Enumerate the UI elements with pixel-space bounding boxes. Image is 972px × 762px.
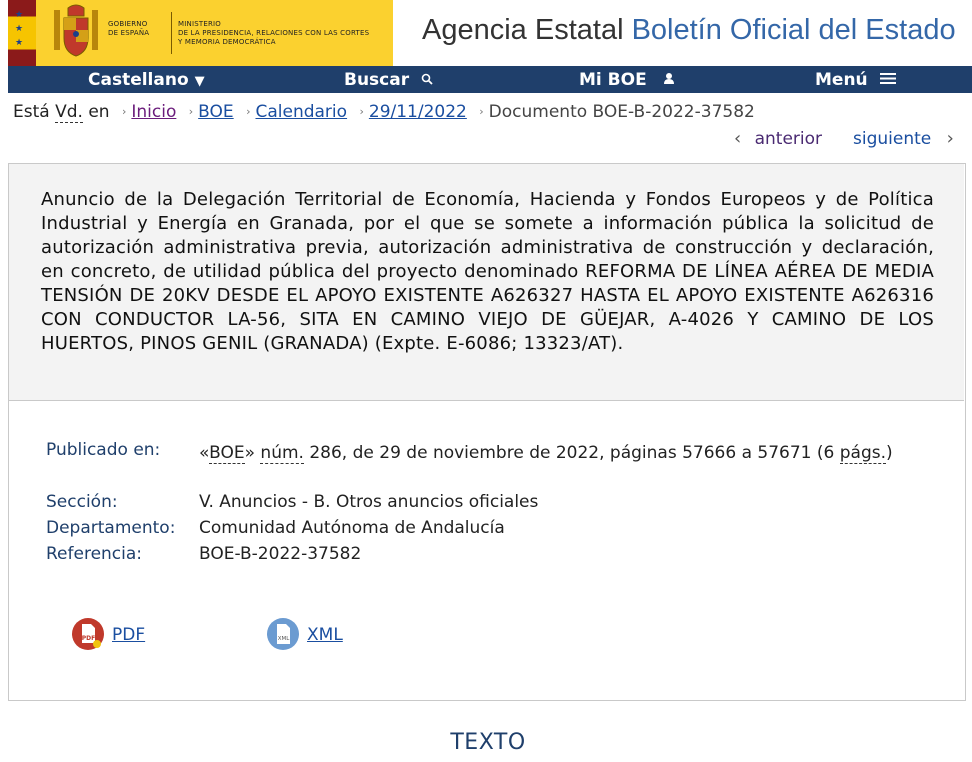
xml-link[interactable]: XML bbox=[307, 625, 343, 645]
chevron-right-icon: › bbox=[946, 128, 954, 149]
pager-previous[interactable]: ‹ anterior bbox=[734, 128, 822, 149]
previous-link[interactable]: anterior bbox=[755, 129, 822, 149]
gov-line: GOBIERNO bbox=[108, 20, 148, 28]
chevron-right-icon: › bbox=[479, 105, 484, 118]
boe-abbr: BOE bbox=[209, 443, 245, 464]
meta-label: Referencia: bbox=[46, 544, 143, 564]
breadcrumb-link-boe[interactable]: BOE bbox=[198, 102, 234, 122]
breadcrumb-link-date[interactable]: 29/11/2022 bbox=[369, 102, 467, 122]
num-abbr: núm. bbox=[260, 443, 304, 464]
search-nav-item[interactable]: Buscar bbox=[344, 70, 433, 90]
pager-next[interactable]: siguiente › bbox=[853, 128, 954, 149]
star-icon: ★ bbox=[15, 24, 24, 34]
next-link[interactable]: siguiente bbox=[853, 129, 931, 149]
chevron-left-icon: ‹ bbox=[734, 128, 742, 149]
breadcrumb: Está Vd. en › Inicio › BOE › Calendario › 29… bbox=[13, 102, 755, 123]
quote-mark: « bbox=[199, 443, 210, 463]
caret-down-icon: ▼ bbox=[194, 74, 205, 89]
nav-label: Menú bbox=[815, 70, 868, 90]
meta-value-department: Comunidad Autónoma de Andalucía bbox=[199, 518, 505, 538]
document-card: Anuncio de la Delegación Territorial de … bbox=[8, 163, 966, 701]
divider bbox=[171, 12, 172, 54]
meta-value-reference: BOE-B-2022-37582 bbox=[199, 544, 362, 564]
meta-value-published: «BOE» núm. 286, de 29 de noviembre de 20… bbox=[199, 440, 899, 466]
meta-label: Departamento: bbox=[46, 518, 176, 538]
breadcrumb-link-inicio[interactable]: Inicio bbox=[131, 102, 176, 122]
ministry-line: Y MEMORIA DEMOCRÁTICA bbox=[178, 38, 276, 46]
chevron-right-icon: › bbox=[121, 105, 127, 118]
pags-abbr: págs. bbox=[839, 443, 886, 464]
site-title-part: Agencia Estatal bbox=[422, 14, 624, 46]
breadcrumb-prefix: Está bbox=[13, 102, 50, 122]
coat-of-arms-icon bbox=[54, 4, 98, 57]
star-icon: ★ bbox=[15, 38, 24, 48]
ministry-line: DE LA PRESIDENCIA, RELACIONES CON LAS CO… bbox=[178, 29, 370, 37]
pdf-icon-label: PDF bbox=[82, 635, 95, 642]
section-heading-texto: TEXTO bbox=[450, 730, 526, 755]
site-title-part: Boletín Oficial del Estado bbox=[631, 14, 956, 46]
breadcrumb-suffix: en bbox=[88, 102, 110, 122]
document-title: Anuncio de la Delegación Territorial de … bbox=[41, 189, 934, 354]
ministry-label: MINISTERIO DE LA PRESIDENCIA, RELACIONES… bbox=[178, 20, 393, 47]
chevron-right-icon: › bbox=[359, 105, 364, 118]
meta-row-department: Departamento: Comunidad Autónoma de Anda… bbox=[46, 518, 906, 544]
pdf-link[interactable]: PDF bbox=[112, 625, 145, 645]
eu-flag-strip: ★ ★ ★ bbox=[8, 0, 36, 66]
nav-label: Buscar bbox=[344, 70, 410, 90]
xml-icon-label: XML bbox=[278, 636, 291, 642]
meta-value-section: V. Anuncios - B. Otros anuncios oficiale… bbox=[199, 492, 539, 512]
site-title[interactable]: Agencia Estatal Boletín Oficial del Esta… bbox=[422, 14, 956, 47]
site-header: ★ ★ ★ GOBIERNO DE ESPAÑA MINISTERIO DE L… bbox=[0, 0, 972, 66]
main-nav: Castellano ▼ Buscar Mi BOE Menú bbox=[8, 66, 972, 93]
star-icon: ★ bbox=[15, 10, 24, 20]
xml-file-icon: XML bbox=[267, 618, 299, 650]
meta-label: Sección: bbox=[46, 492, 118, 512]
nav-label: Mi BOE bbox=[579, 70, 647, 90]
published-detail: 286, de 29 de noviembre de 2022, páginas… bbox=[303, 443, 840, 463]
hamburger-icon bbox=[879, 73, 896, 84]
quote-mark: » bbox=[244, 443, 256, 463]
meta-label: Publicado en: bbox=[46, 440, 161, 460]
search-icon bbox=[421, 73, 433, 85]
breadcrumb-current: Documento BOE-B-2022-37582 bbox=[488, 102, 755, 122]
chevron-right-icon: › bbox=[246, 105, 251, 118]
my-boe-nav-item[interactable]: Mi BOE bbox=[579, 70, 675, 90]
ministry-line: MINISTERIO bbox=[178, 20, 221, 28]
nav-label: Castellano bbox=[88, 70, 189, 90]
menu-nav-item[interactable]: Menú bbox=[815, 70, 896, 90]
breadcrumb-link-calendario[interactable]: Calendario bbox=[255, 102, 347, 122]
government-label: GOBIERNO DE ESPAÑA bbox=[108, 20, 168, 38]
paren-close: ) bbox=[886, 443, 893, 463]
pdf-file-icon: PDF bbox=[72, 618, 104, 650]
meta-row-published: Publicado en: «BOE» núm. 286, de 29 de n… bbox=[46, 440, 906, 492]
government-logo-block[interactable]: ★ ★ ★ GOBIERNO DE ESPAÑA MINISTERIO DE L… bbox=[8, 0, 393, 66]
user-icon bbox=[663, 73, 674, 84]
meta-row-section: Sección: V. Anuncios - B. Otros anuncios… bbox=[46, 492, 906, 518]
breadcrumb-abbr: Vd. bbox=[55, 102, 83, 123]
document-title-area: Anuncio de la Delegación Territorial de … bbox=[9, 164, 964, 401]
language-selector[interactable]: Castellano ▼ bbox=[88, 70, 205, 90]
chevron-right-icon: › bbox=[188, 105, 194, 118]
document-metadata: Publicado en: «BOE» núm. 286, de 29 de n… bbox=[46, 440, 906, 570]
meta-row-reference: Referencia: BOE-B-2022-37582 bbox=[46, 544, 906, 570]
gov-line: DE ESPAÑA bbox=[108, 29, 150, 37]
